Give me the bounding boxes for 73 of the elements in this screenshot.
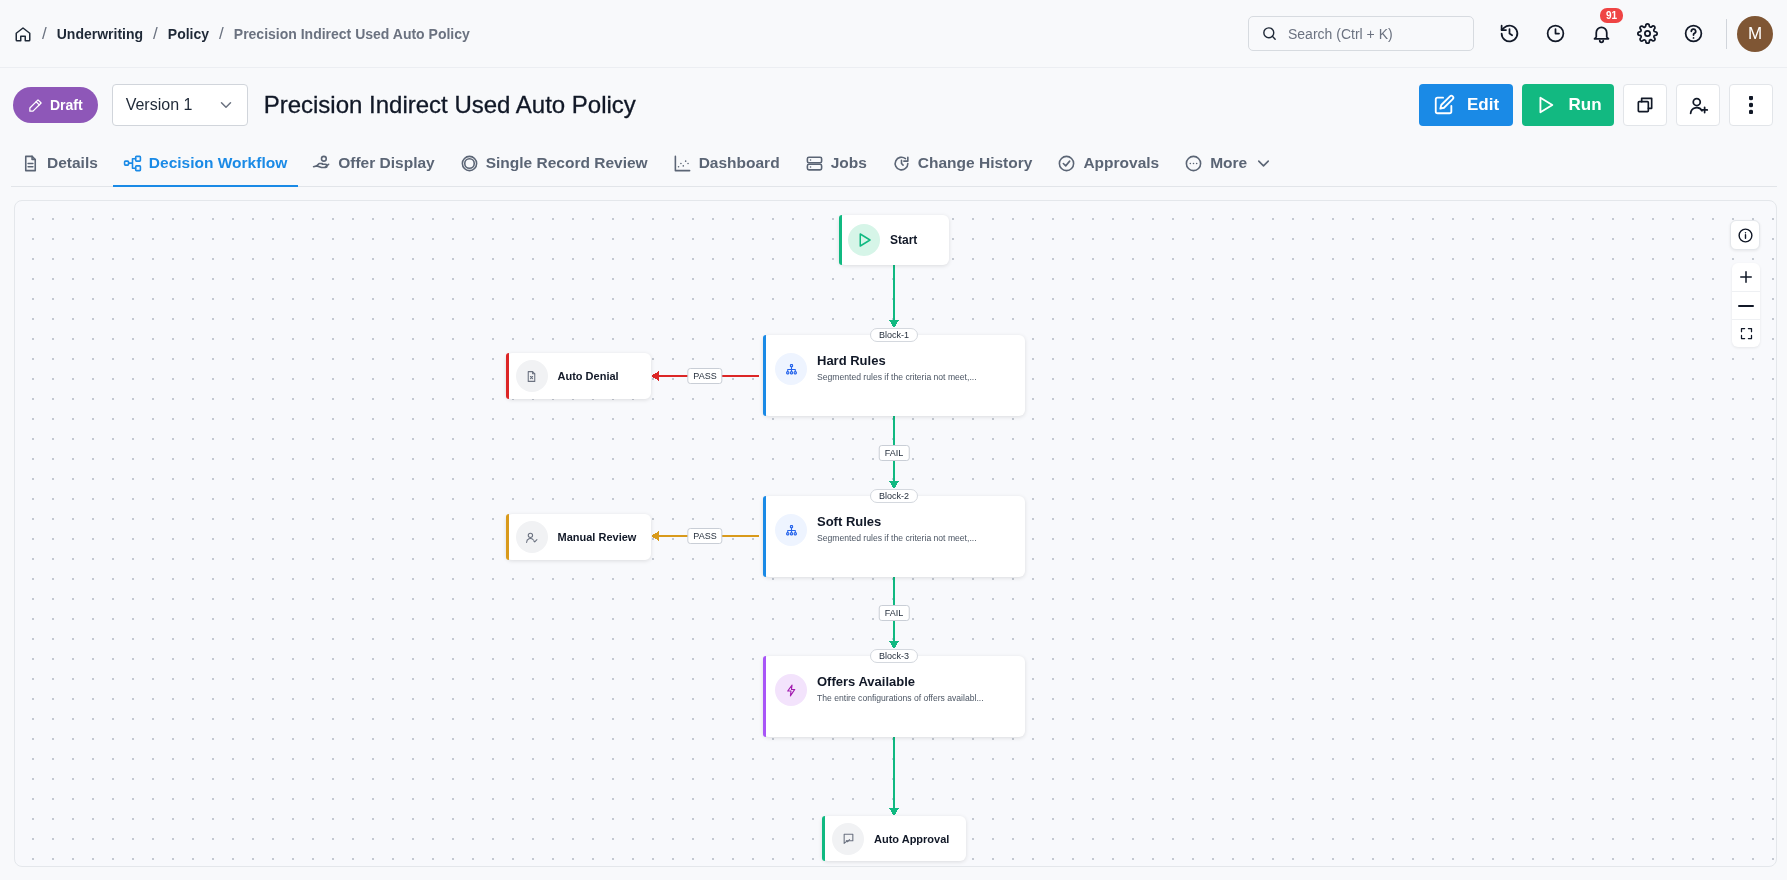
fit-view-icon [1738,326,1754,341]
server-icon [804,153,824,173]
hierarchy-icon [784,523,798,537]
minus-icon [1738,304,1754,307]
more-button[interactable] [1729,84,1773,126]
workflow-node[interactable]: Start [839,215,949,265]
kebab-icon [1749,96,1753,114]
tab[interactable]: Details [11,135,109,187]
history-icon [1498,23,1520,44]
breadcrumb-separator: / [153,23,158,44]
node-title: Auto Denial [557,370,619,382]
tab[interactable]: More [1174,135,1285,187]
copy-icon [1635,95,1655,115]
lightning-icon [784,683,798,697]
breadcrumb-separator: / [42,23,47,44]
block-label: Block-3 [870,649,918,663]
node-title: Offers Available [817,674,917,689]
tab[interactable]: Offer Display [302,135,446,187]
rings-icon [459,153,479,173]
edge-label: FAIL [878,444,910,461]
duplicate-button[interactable] [1623,84,1667,126]
chart-icon [672,153,692,173]
tab[interactable]: Approvals [1047,135,1171,187]
edge-label: PASS [687,528,723,544]
search-icon [1261,25,1278,42]
block-label: Block-2 [870,489,918,503]
history-icon [891,153,911,173]
block-label: Block-1 [870,328,918,342]
clock-icon [1544,23,1566,44]
check-circle-icon [1057,153,1077,173]
add-user-button[interactable] [1676,84,1720,126]
breadcrumb-link[interactable]: Precision Indirect Used Auto Policy [233,25,470,42]
edit-icon [1432,94,1455,116]
workflow-node[interactable]: Auto Approval [822,816,966,861]
chat-check-icon [841,832,855,845]
node-title: Soft Rules [817,514,883,529]
tab[interactable]: Single Record Review [449,135,659,187]
node-title: Hard Rules [817,353,887,368]
pencil-icon [28,97,43,113]
node-description: The entire configurations of offers availabl... [817,693,984,703]
edge-label: PASS [687,368,723,384]
policy-title: Precision Indirect Used Auto Policy [263,91,636,119]
node-description: Segmented rules if the criteria not meet,... [817,372,977,382]
user-avatar[interactable]: M [1737,15,1773,52]
breadcrumb-link[interactable]: Underwriting [56,25,144,42]
node-title: Auto Approval [874,832,950,845]
search-field[interactable]: Search (Ctrl + K) [1248,16,1474,51]
user-check-icon [525,530,538,544]
tab[interactable]: Decision Workflow [112,135,299,187]
settings-icon [1636,23,1658,44]
edit-button[interactable]: Edit [1419,84,1513,126]
tab[interactable]: Change History [881,135,1044,187]
help-icon [1682,23,1704,44]
node-title: Manual Review [557,531,637,543]
status-badge[interactable]: Draft [13,87,98,123]
document-x-icon [525,369,538,383]
tab[interactable]: Jobs [794,135,878,187]
notification-badge: 91 [1600,8,1624,23]
home-icon [14,24,32,43]
tab[interactable]: Dashboard [662,135,791,187]
hierarchy-icon [784,362,798,376]
plus-icon [1737,268,1755,286]
info-icon [1736,226,1754,244]
workflow-icon [122,153,142,173]
node-description: Segmented rules if the criteria not meet,... [817,533,977,543]
more-icon [1184,153,1204,173]
version-dropdown[interactable]: Version 1 [111,84,248,126]
breadcrumb-separator: / [219,23,224,44]
node-title: Start [890,233,918,247]
edge-label: FAIL [878,605,910,621]
workflow-node[interactable]: Manual Review [505,514,651,560]
breadcrumb-link[interactable]: Policy [167,25,210,42]
workflow-node[interactable]: Auto Denial [505,353,651,399]
